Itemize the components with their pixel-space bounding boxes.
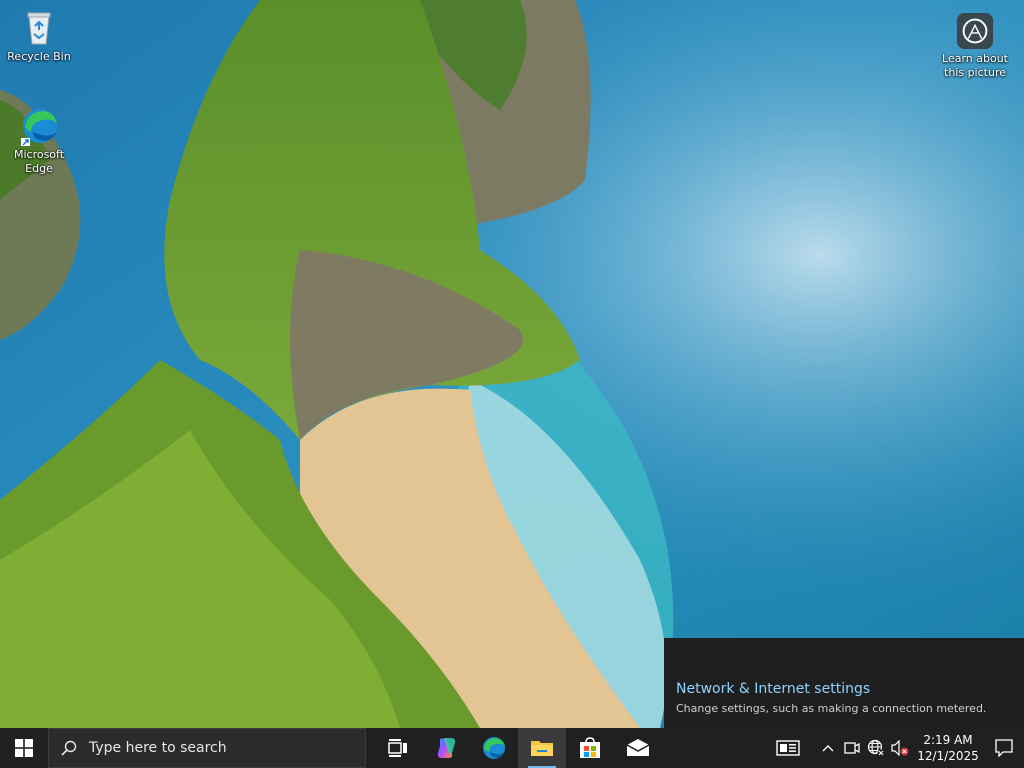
- desktop: Recycle Bin Microsoft Edge Learn about t…: [0, 0, 1024, 728]
- taskbar-mail-button[interactable]: [614, 728, 662, 768]
- search-icon: [61, 740, 77, 756]
- volume-muted-icon: [891, 740, 909, 756]
- tray-network-button[interactable]: [864, 728, 888, 768]
- search-placeholder: Type here to search: [89, 740, 227, 756]
- news-icon: [776, 740, 800, 756]
- system-tray: 2:19 AM 12/1/2025: [768, 728, 1024, 768]
- taskbar-task-view-button[interactable]: [374, 728, 422, 768]
- recycle-bin-icon: [27, 12, 51, 45]
- edge-icon: [483, 737, 505, 759]
- learn-about-label: Learn about this picture: [942, 52, 1008, 79]
- windows-logo-icon: [15, 739, 33, 757]
- learn-about-picture[interactable]: Learn about this picture: [936, 12, 1014, 80]
- desktop-icon-recycle-bin[interactable]: Recycle Bin: [1, 8, 77, 64]
- copilot-icon: [437, 738, 456, 758]
- globe-network-icon: [867, 739, 885, 757]
- tray-volume-button[interactable]: [888, 728, 912, 768]
- network-settings-flyout[interactable]: Network & Internet settings Change setti…: [664, 638, 1024, 728]
- notification-center-button[interactable]: [984, 728, 1024, 768]
- desktop-icon-label: Microsoft Edge: [13, 148, 65, 175]
- taskbar-edge-button[interactable]: [470, 728, 518, 768]
- taskbar-store-button[interactable]: [566, 728, 614, 768]
- flyout-description: Change settings, such as making a connec…: [676, 702, 987, 715]
- video-camera-icon: [844, 742, 860, 754]
- taskbar-file-explorer-button[interactable]: [518, 728, 566, 768]
- store-icon: [580, 737, 600, 758]
- folder-icon: [531, 741, 553, 756]
- notification-icon: [995, 739, 1013, 757]
- camera-icon: [956, 12, 994, 50]
- flyout-title-link[interactable]: Network & Internet settings: [676, 680, 1012, 698]
- start-button[interactable]: [0, 728, 48, 768]
- taskbar: Type here to search 2:19 AM 12/1/2025: [0, 728, 1024, 768]
- tray-show-hidden-button[interactable]: [816, 728, 840, 768]
- taskbar-copilot-button[interactable]: [422, 728, 470, 768]
- chevron-up-icon: [822, 745, 834, 752]
- taskbar-clock[interactable]: 2:19 AM 12/1/2025: [912, 732, 984, 764]
- desktop-icon-microsoft-edge[interactable]: Microsoft Edge: [1, 106, 77, 176]
- tray-meet-now-button[interactable]: [840, 728, 864, 768]
- clock-time: 2:19 AM: [923, 733, 973, 747]
- taskbar-search-box[interactable]: Type here to search: [48, 728, 366, 768]
- mail-icon: [626, 739, 650, 756]
- tray-news-widget[interactable]: [768, 728, 808, 768]
- task-view-icon: [388, 739, 407, 757]
- desktop-icon-label: Recycle Bin: [7, 50, 71, 63]
- wallpaper: [0, 0, 1024, 728]
- clock-date: 12/1/2025: [917, 749, 979, 763]
- edge-icon: [21, 109, 57, 146]
